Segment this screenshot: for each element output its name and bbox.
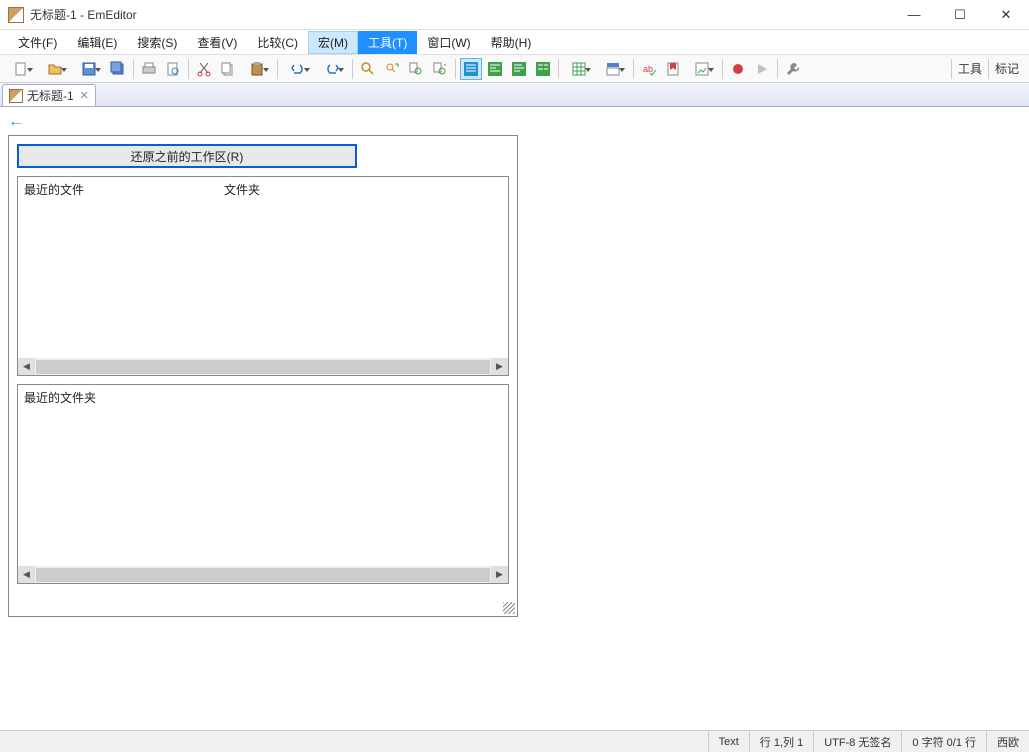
configure-button[interactable] — [686, 58, 718, 80]
col-recent-files: 最近的文件 — [24, 181, 224, 198]
copy-button[interactable] — [217, 58, 239, 80]
redo-button[interactable] — [316, 58, 348, 80]
find-in-files-button[interactable] — [405, 58, 427, 80]
restore-workspace-button[interactable]: 还原之前的工作区(R) — [17, 144, 357, 168]
menu-window[interactable]: 窗口(W) — [417, 31, 480, 54]
run-macro-button[interactable] — [751, 58, 773, 80]
start-panel: 还原之前的工作区(R) 最近的文件 文件夹 ◀ ▶ 最近的文件夹 ◀ ▶ — [8, 135, 518, 617]
tab-close-icon[interactable]: ✕ — [80, 89, 89, 102]
menu-macro[interactable]: 宏(M) — [308, 31, 358, 54]
print-preview-button[interactable] — [162, 58, 184, 80]
menu-help[interactable]: 帮助(H) — [481, 31, 542, 54]
minimize-button[interactable]: — — [891, 0, 937, 30]
replace-button[interactable] — [381, 58, 403, 80]
find-button[interactable] — [357, 58, 379, 80]
window-title: 无标题-1 - EmEditor — [30, 6, 891, 23]
toolbar-label-marks[interactable]: 标记 — [988, 59, 1025, 79]
status-encoding[interactable]: UTF-8 无签名 — [813, 731, 901, 752]
wrap-none-button[interactable] — [460, 58, 482, 80]
app-icon — [8, 7, 24, 23]
wrap-column-button[interactable] — [532, 58, 554, 80]
print-button[interactable] — [138, 58, 160, 80]
horizontal-scrollbar[interactable]: ◀ ▶ — [18, 358, 508, 375]
scroll-right-icon[interactable]: ▶ — [491, 566, 508, 583]
bookmark-button[interactable] — [662, 58, 684, 80]
cut-button[interactable] — [193, 58, 215, 80]
status-text[interactable]: Text — [708, 731, 749, 752]
save-all-button[interactable] — [107, 58, 129, 80]
menu-tools[interactable]: 工具(T) — [358, 31, 417, 54]
editor-content: ← 还原之前的工作区(R) 最近的文件 文件夹 ◀ ▶ 最近的文件夹 ◀ ▶ — [0, 107, 1029, 730]
scroll-left-icon[interactable]: ◀ — [18, 358, 35, 375]
open-button[interactable] — [39, 58, 71, 80]
record-macro-button[interactable] — [727, 58, 749, 80]
spell-check-button[interactable]: ab — [638, 58, 660, 80]
recent-folders-list[interactable]: 最近的文件夹 ◀ ▶ — [17, 384, 509, 584]
col-folders: 文件夹 — [224, 181, 260, 198]
maximize-button[interactable]: ☐ — [937, 0, 983, 30]
status-position[interactable]: 行 1,列 1 — [749, 731, 813, 752]
recent-files-list[interactable]: 最近的文件 文件夹 ◀ ▶ — [17, 176, 509, 376]
document-icon — [9, 89, 23, 103]
titlebar: 无标题-1 - EmEditor — ☐ ✕ — [0, 0, 1029, 30]
status-locale[interactable]: 西欧 — [986, 731, 1029, 752]
col-recent-folders: 最近的文件夹 — [24, 389, 224, 406]
menu-view[interactable]: 查看(V) — [187, 31, 247, 54]
wrap-window-button[interactable] — [484, 58, 506, 80]
status-counts: 0 字符 0/1 行 — [901, 731, 986, 752]
save-button[interactable] — [73, 58, 105, 80]
toolbar-label-tools[interactable]: 工具 — [951, 59, 988, 79]
menu-edit[interactable]: 编辑(E) — [67, 31, 127, 54]
wrap-page-button[interactable] — [508, 58, 530, 80]
tabbar: 无标题-1 ✕ — [0, 83, 1029, 107]
close-button[interactable]: ✕ — [983, 0, 1029, 30]
csv-mode-button[interactable] — [563, 58, 595, 80]
heading-button[interactable] — [597, 58, 629, 80]
back-arrow-icon[interactable]: ← — [8, 113, 24, 131]
toolbar: ab 工具 标记 — [0, 55, 1029, 83]
scroll-left-icon[interactable]: ◀ — [18, 566, 35, 583]
svg-text:ab: ab — [643, 64, 653, 74]
scroll-right-icon[interactable]: ▶ — [491, 358, 508, 375]
menu-search[interactable]: 搜索(S) — [127, 31, 187, 54]
tab-label: 无标题-1 — [27, 87, 74, 104]
replace-in-files-button[interactable] — [429, 58, 451, 80]
menu-compare[interactable]: 比较(C) — [247, 31, 308, 54]
tools-button[interactable] — [782, 58, 804, 80]
new-button[interactable] — [5, 58, 37, 80]
menubar: 文件(F) 编辑(E) 搜索(S) 查看(V) 比较(C) 宏(M) 工具(T)… — [0, 30, 1029, 55]
undo-button[interactable] — [282, 58, 314, 80]
resize-grip-icon[interactable] — [503, 602, 515, 614]
statusbar: Text 行 1,列 1 UTF-8 无签名 0 字符 0/1 行 西欧 — [0, 730, 1029, 752]
horizontal-scrollbar-2[interactable]: ◀ ▶ — [18, 566, 508, 583]
paste-button[interactable] — [241, 58, 273, 80]
document-tab[interactable]: 无标题-1 ✕ — [2, 84, 96, 106]
menu-file[interactable]: 文件(F) — [8, 31, 67, 54]
